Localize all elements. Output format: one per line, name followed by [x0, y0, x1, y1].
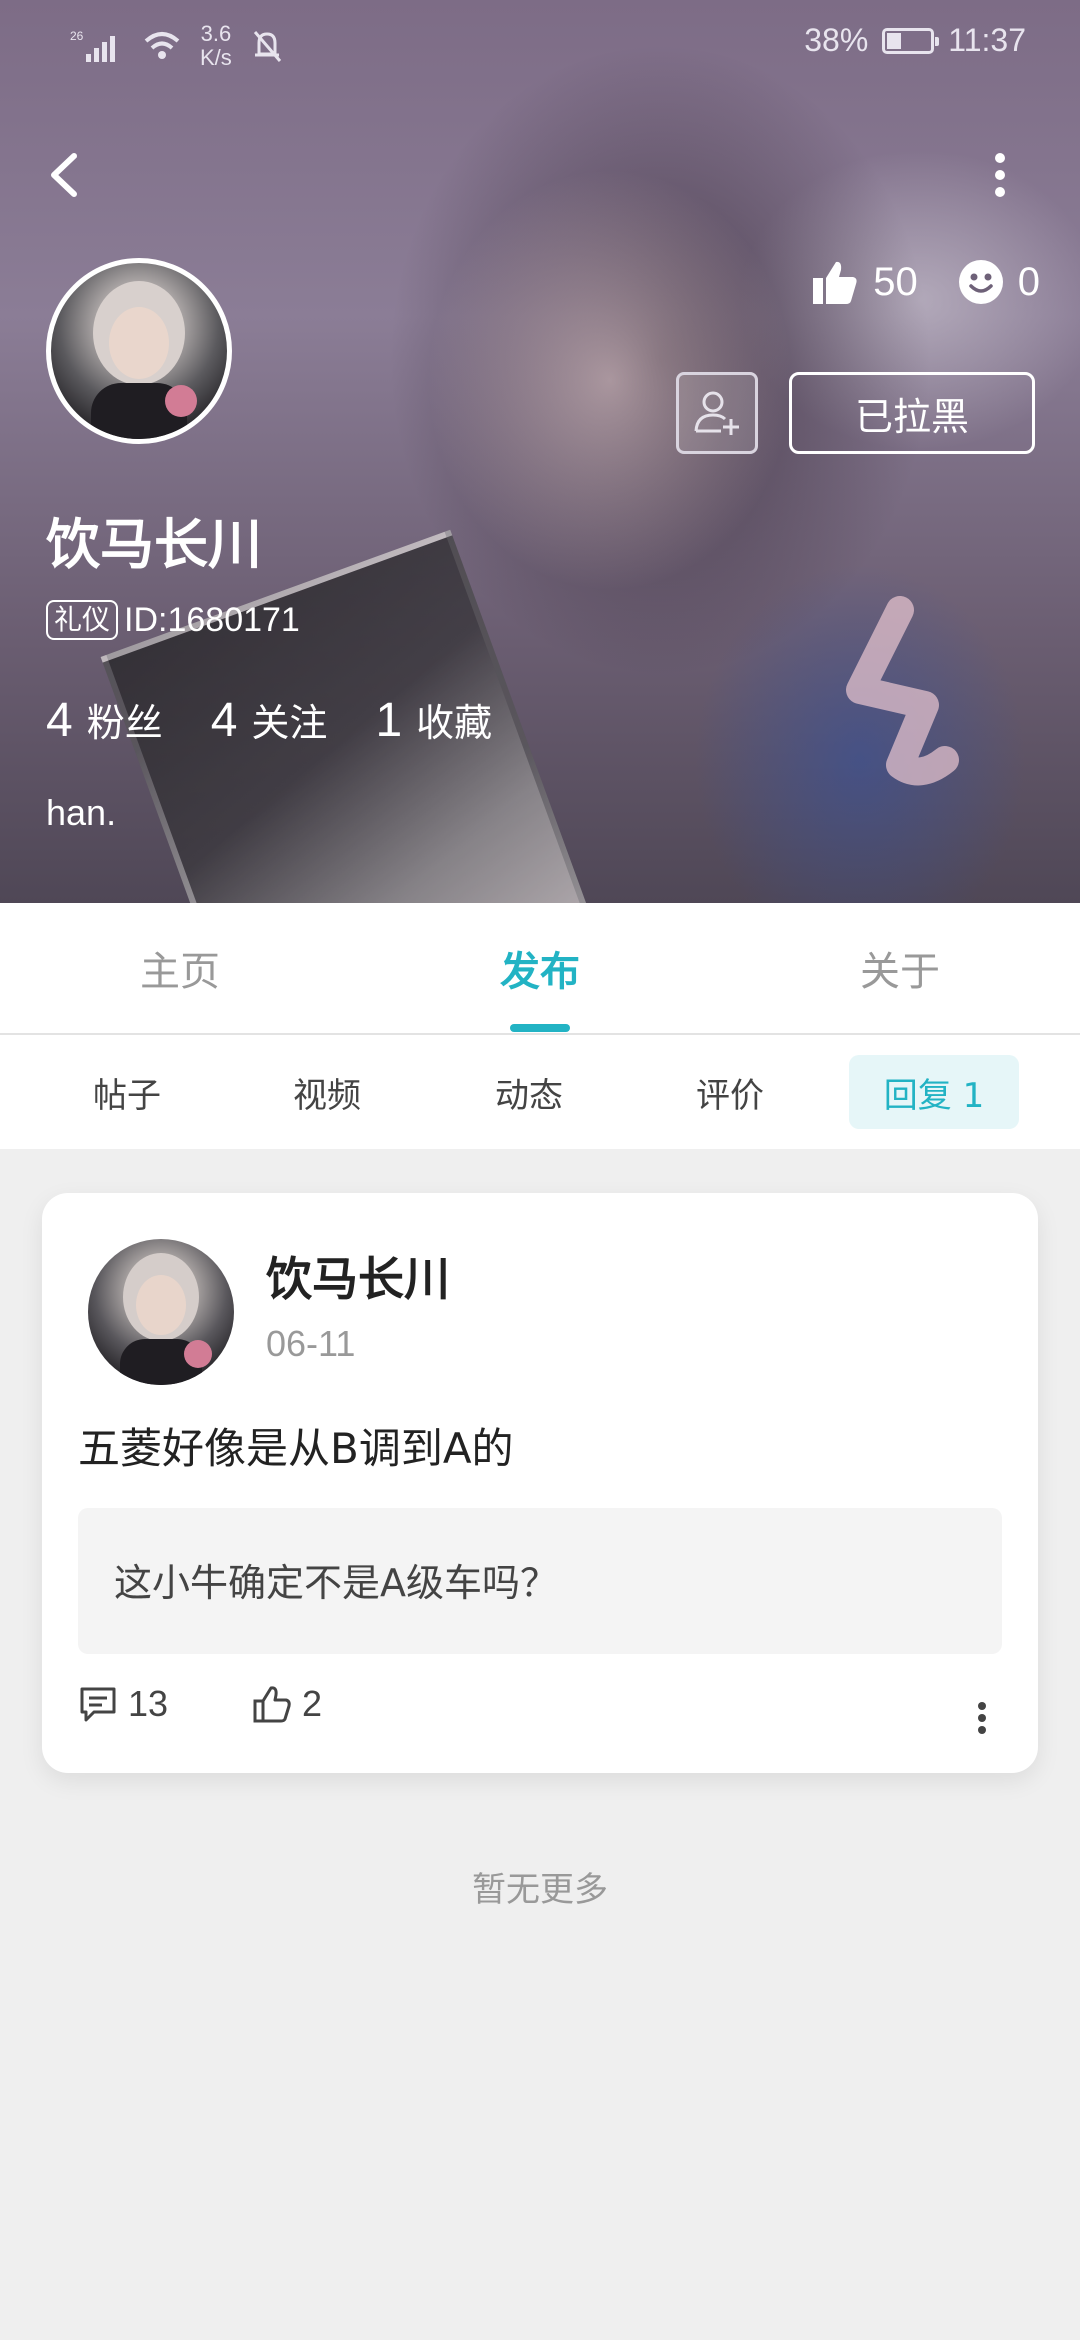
- followers-number: 4: [46, 694, 73, 747]
- following-count[interactable]: 4 关注: [211, 692, 328, 748]
- post-date: 06-11: [266, 1323, 356, 1364]
- blocked-button[interactable]: 已拉黑: [789, 372, 1035, 454]
- back-arrow-icon[interactable]: [40, 140, 90, 210]
- no-more-label: 暂无更多: [472, 1870, 608, 1910]
- battery-fill: [887, 32, 901, 49]
- avatar-portrait-icon: [91, 281, 197, 439]
- signal-label: 26: [70, 29, 84, 43]
- profile-avatar[interactable]: [46, 258, 232, 444]
- wifi-icon: [144, 32, 180, 59]
- add-friend-button[interactable]: [676, 372, 758, 454]
- followers-count[interactable]: 4 粉丝: [46, 692, 163, 748]
- comment-count: 13: [128, 1683, 169, 1724]
- tab-about[interactable]: 关于: [720, 903, 1080, 1033]
- decorative-squiggle: [846, 596, 959, 786]
- profile-bio: han.: [46, 792, 117, 833]
- battery-percent: 38%: [804, 22, 869, 58]
- subtab-replies[interactable]: 回复 1: [849, 1055, 1019, 1129]
- subtab-videos[interactable]: 视频: [257, 1055, 397, 1129]
- likes-count: 50: [873, 259, 918, 304]
- thumbs-up-icon: [813, 261, 857, 304]
- more-vertical-icon[interactable]: [975, 140, 1025, 210]
- active-tab-indicator: [510, 1024, 570, 1032]
- author-portrait-icon: [120, 1253, 212, 1385]
- battery-icon: [882, 27, 940, 54]
- favorites-count[interactable]: 1 收藏: [375, 692, 492, 748]
- content-filter-tabs: 帖子 视频 动态 评价 回复 1: [0, 1035, 1080, 1149]
- post-content: 五菱好像是从B调到A的: [78, 1424, 514, 1473]
- like-count: 2: [302, 1683, 323, 1724]
- tab-home[interactable]: 主页: [0, 903, 360, 1033]
- mute-bell-icon: [253, 31, 281, 62]
- post-author-name[interactable]: 饮马长川: [266, 1243, 450, 1309]
- followers-label: 粉丝: [86, 701, 163, 745]
- subtab-reviews[interactable]: 评价: [660, 1055, 800, 1129]
- clock: 11:37: [948, 22, 1026, 58]
- comment-icon: [80, 1687, 116, 1722]
- subtab-moments[interactable]: 动态: [459, 1055, 599, 1129]
- post-author-avatar[interactable]: [88, 1239, 234, 1385]
- post-actions: 13 2: [78, 1683, 1002, 1753]
- cellular-signal-icon: 26: [70, 29, 115, 62]
- net-speed-unit: K/s: [200, 45, 232, 70]
- smiles-count: 0: [1017, 259, 1040, 304]
- status-bar: 26 3.6 K/s 38% 11:37: [0, 0, 1080, 90]
- net-speed: 3.6 K/s: [200, 22, 232, 70]
- comment-button[interactable]: 13: [78, 1683, 168, 1725]
- favorites-label: 收藏: [416, 701, 493, 745]
- profile-header: 26 3.6 K/s 38% 11:37 50 0 已拉黑 饮马长川 礼仪 ID…: [0, 0, 1080, 903]
- role-badge: 礼仪: [46, 600, 119, 640]
- quoted-text: 这小牛确定不是A级车吗？: [114, 1561, 558, 1605]
- profile-tabs: 主页 发布 关于: [0, 903, 1080, 1035]
- smiles-stat[interactable]: 0: [958, 259, 1040, 305]
- smiley-icon: [958, 260, 1003, 304]
- profile-counts: 4 粉丝 4 关注 1 收藏: [46, 692, 492, 748]
- subtab-posts[interactable]: 帖子: [57, 1055, 197, 1129]
- like-button[interactable]: 2: [252, 1683, 322, 1725]
- profile-username: 饮马长川: [46, 513, 262, 576]
- profile-reactions: 50 0: [811, 258, 1040, 306]
- profile-id: ID:1680171: [124, 600, 300, 639]
- following-label: 关注: [251, 701, 328, 745]
- quoted-post[interactable]: 这小牛确定不是A级车吗？: [78, 1508, 1002, 1654]
- add-user-icon: [694, 391, 739, 435]
- following-number: 4: [210, 694, 238, 747]
- tab-posts[interactable]: 发布: [360, 903, 720, 1033]
- post-more-icon[interactable]: [962, 1693, 1002, 1743]
- thumbs-up-outline-icon: [253, 1686, 291, 1723]
- net-speed-value: 3.6: [200, 21, 232, 46]
- profile-id-row: 礼仪 ID:1680171: [46, 600, 300, 640]
- reply-card[interactable]: 饮马长川 06-11 五菱好像是从B调到A的 这小牛确定不是A级车吗？ 13 2: [42, 1193, 1038, 1773]
- likes-stat[interactable]: 50: [811, 258, 918, 306]
- favorites-number: 1: [375, 694, 403, 747]
